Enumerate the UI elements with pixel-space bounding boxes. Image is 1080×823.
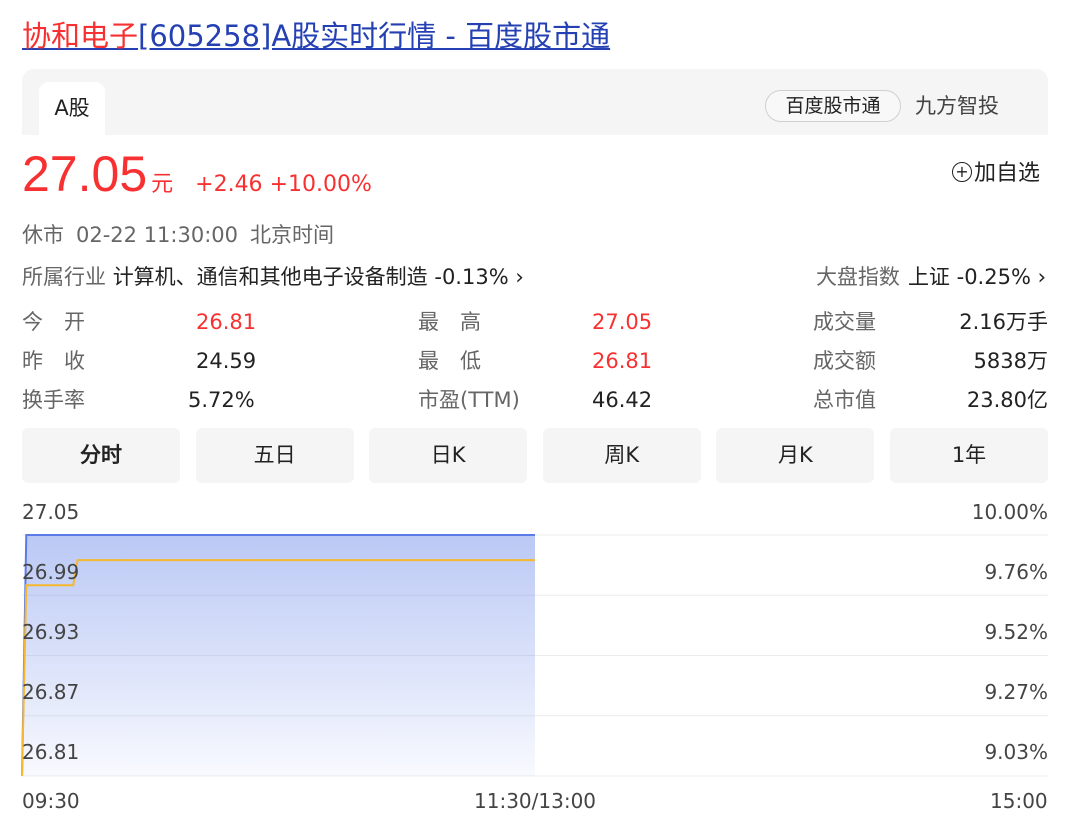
- y-left-tick: 26.87: [22, 680, 80, 704]
- x-tick: 09:30: [22, 789, 80, 813]
- y-left-tick: 26.93: [22, 620, 80, 644]
- x-tick: 15:00: [990, 789, 1048, 813]
- y-right-tick: 9.03%: [984, 740, 1048, 764]
- y-left-tick: 26.81: [22, 740, 80, 764]
- price-area: [22, 535, 535, 776]
- x-tick: 11:30/13:00: [474, 789, 597, 813]
- y-right-tick: 9.76%: [984, 560, 1048, 584]
- y-right-tick: 9.52%: [984, 620, 1048, 644]
- intraday-chart[interactable]: [0, 0, 1080, 823]
- y-right-tick: 10.00%: [971, 500, 1048, 524]
- y-left-tick: 26.99: [22, 560, 80, 584]
- y-left-tick: 27.05: [22, 500, 80, 524]
- y-right-tick: 9.27%: [984, 680, 1048, 704]
